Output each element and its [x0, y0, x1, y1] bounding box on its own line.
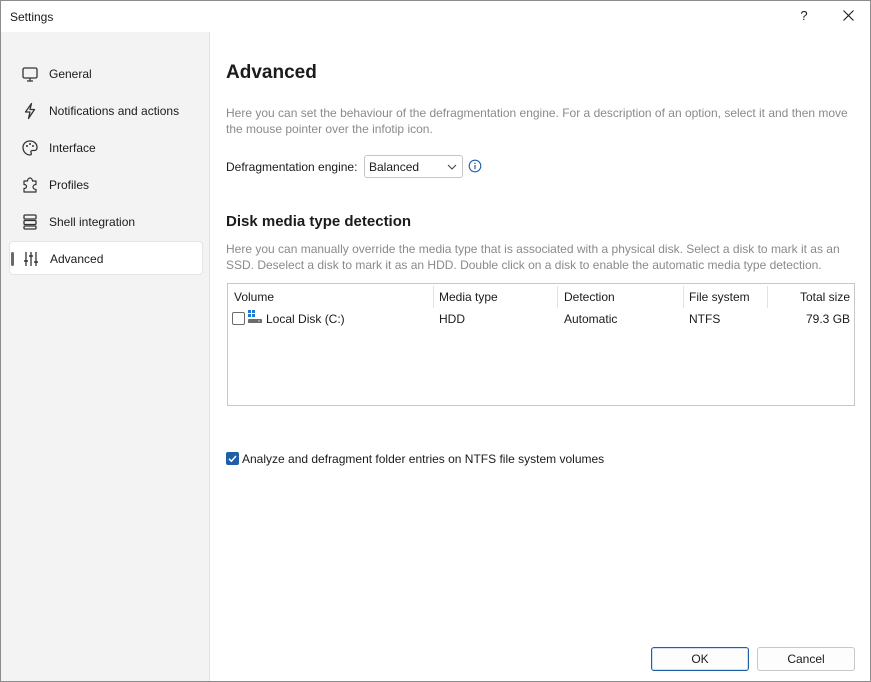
help-button[interactable]: ?	[793, 4, 815, 28]
window-title: Settings	[10, 10, 54, 24]
disk-table[interactable]: Volume Media type Detection File system …	[227, 283, 855, 406]
sidebar-item-label: Profiles	[49, 178, 90, 192]
puzzle-icon	[23, 177, 37, 193]
sidebar-item-advanced[interactable]: Advanced	[9, 241, 203, 275]
disk-section-title: Disk media type detection	[226, 213, 412, 230]
info-icon[interactable]	[468, 159, 482, 173]
disk-row-detection: Automatic	[564, 312, 618, 326]
lightning-icon	[24, 102, 36, 120]
sidebar-item-interface[interactable]: Interface	[9, 131, 203, 165]
chevron-down-icon	[447, 164, 457, 170]
column-header-volume[interactable]: Volume	[234, 284, 274, 309]
settings-window: Settings ? General Notifications and act…	[0, 0, 871, 682]
monitor-icon	[22, 67, 38, 82]
cancel-button[interactable]: Cancel	[757, 647, 855, 671]
checkmark-icon	[228, 455, 237, 463]
page-title: Advanced	[226, 62, 317, 83]
column-header-file-system[interactable]: File system	[689, 284, 750, 309]
folder-entries-label[interactable]: Analyze and defragment folder entries on…	[242, 452, 604, 466]
column-separator	[683, 286, 684, 308]
column-header-total-size[interactable]: Total size	[800, 284, 850, 309]
sidebar-item-shell-integration[interactable]: Shell integration	[9, 205, 203, 239]
sidebar-item-label: Interface	[49, 141, 96, 155]
engine-select[interactable]: Balanced	[364, 155, 463, 178]
column-separator	[433, 286, 434, 308]
disk-row-file-system: NTFS	[689, 312, 721, 326]
disk-row-volume[interactable]: Local Disk (C:)	[266, 312, 345, 326]
active-indicator	[11, 252, 14, 266]
column-separator	[557, 286, 558, 308]
drive-icon	[248, 310, 262, 323]
disk-row-media-type: HDD	[439, 312, 465, 326]
close-icon	[842, 10, 854, 21]
title-bar[interactable]: Settings ?	[1, 1, 870, 32]
sidebar-item-label: Shell integration	[49, 215, 136, 229]
disk-section-description: Here you can manually override the media…	[226, 242, 840, 272]
engine-description: Here you can set the behaviour of the de…	[226, 106, 848, 136]
disk-row-total-size: 79.3 GB	[806, 312, 851, 326]
sidebar-item-notifications[interactable]: Notifications and actions	[9, 94, 203, 128]
sidebar-item-profiles[interactable]: Profiles	[9, 168, 203, 202]
folder-entries-checkbox[interactable]	[226, 452, 239, 465]
disk-row-checkbox[interactable]	[232, 312, 245, 325]
close-button[interactable]	[835, 4, 861, 28]
column-separator	[767, 286, 768, 308]
sidebar-item-label: General	[49, 67, 92, 81]
sidebar: General Notifications and actions Interf…	[1, 32, 210, 681]
sidebar-item-label: Advanced	[50, 252, 104, 266]
main-content: Advanced Here you can set the behaviour …	[211, 32, 870, 681]
layers-icon	[23, 214, 37, 230]
ok-button[interactable]: OK	[651, 647, 749, 671]
engine-select-value: Balanced	[369, 160, 420, 174]
sidebar-item-label: Notifications and actions	[49, 104, 180, 118]
engine-label: Defragmentation engine:	[226, 160, 358, 174]
column-header-media-type[interactable]: Media type	[439, 284, 498, 309]
sidebar-item-general[interactable]: General	[9, 57, 203, 91]
palette-icon	[22, 140, 38, 156]
column-header-detection[interactable]: Detection	[564, 284, 615, 309]
sliders-icon	[24, 252, 38, 266]
